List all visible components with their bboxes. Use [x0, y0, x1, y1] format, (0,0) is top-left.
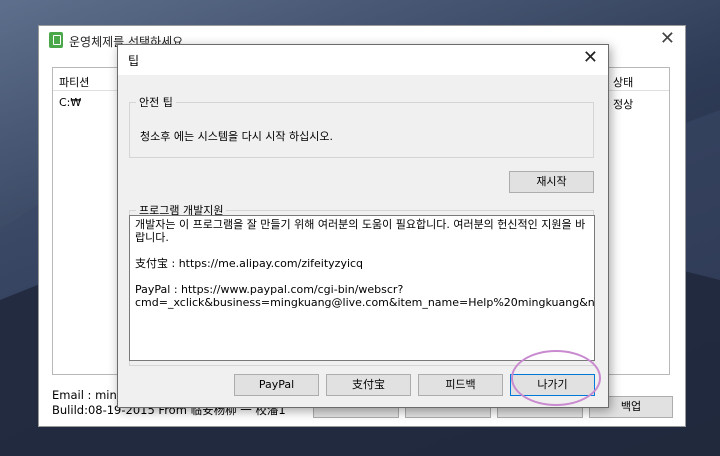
tip-dialog: 팁 ✕ 안전 팁 청소후 에는 시스템을 다시 시작 하십시오. 재시작 프로그…: [117, 44, 609, 408]
safety-tip-text: 청소후 에는 시스템을 다시 시작 하십시오.: [140, 130, 334, 143]
restart-button[interactable]: 재시작: [509, 171, 594, 193]
main-window-close-icon[interactable]: ✕: [660, 30, 675, 48]
column-header-partition[interactable]: 파티션: [59, 74, 89, 90]
dialog-close-icon[interactable]: ✕: [583, 48, 598, 68]
dialog-titlebar: 팁 ✕: [118, 45, 608, 75]
paypal-button[interactable]: PayPal: [234, 374, 319, 396]
safety-tip-group: 안전 팁 청소후 에는 시스템을 다시 시작 하십시오.: [129, 94, 594, 158]
alipay-button[interactable]: 支付宝: [326, 374, 411, 396]
dialog-title: 팁: [128, 54, 140, 68]
exit-button[interactable]: 나가기: [510, 374, 595, 396]
app-icon: [49, 32, 63, 48]
support-textbox[interactable]: 개발자는 이 프로그램을 잘 만들기 위해 여러분의 도움이 필요합니다. 여러…: [129, 215, 595, 361]
feedback-button[interactable]: 피드백: [418, 374, 503, 396]
status-value: 정상: [613, 98, 634, 111]
column-header-status[interactable]: 상태: [613, 74, 633, 90]
safety-tip-label: 안전 팁: [139, 96, 173, 109]
partition-value: C:₩: [59, 96, 82, 109]
